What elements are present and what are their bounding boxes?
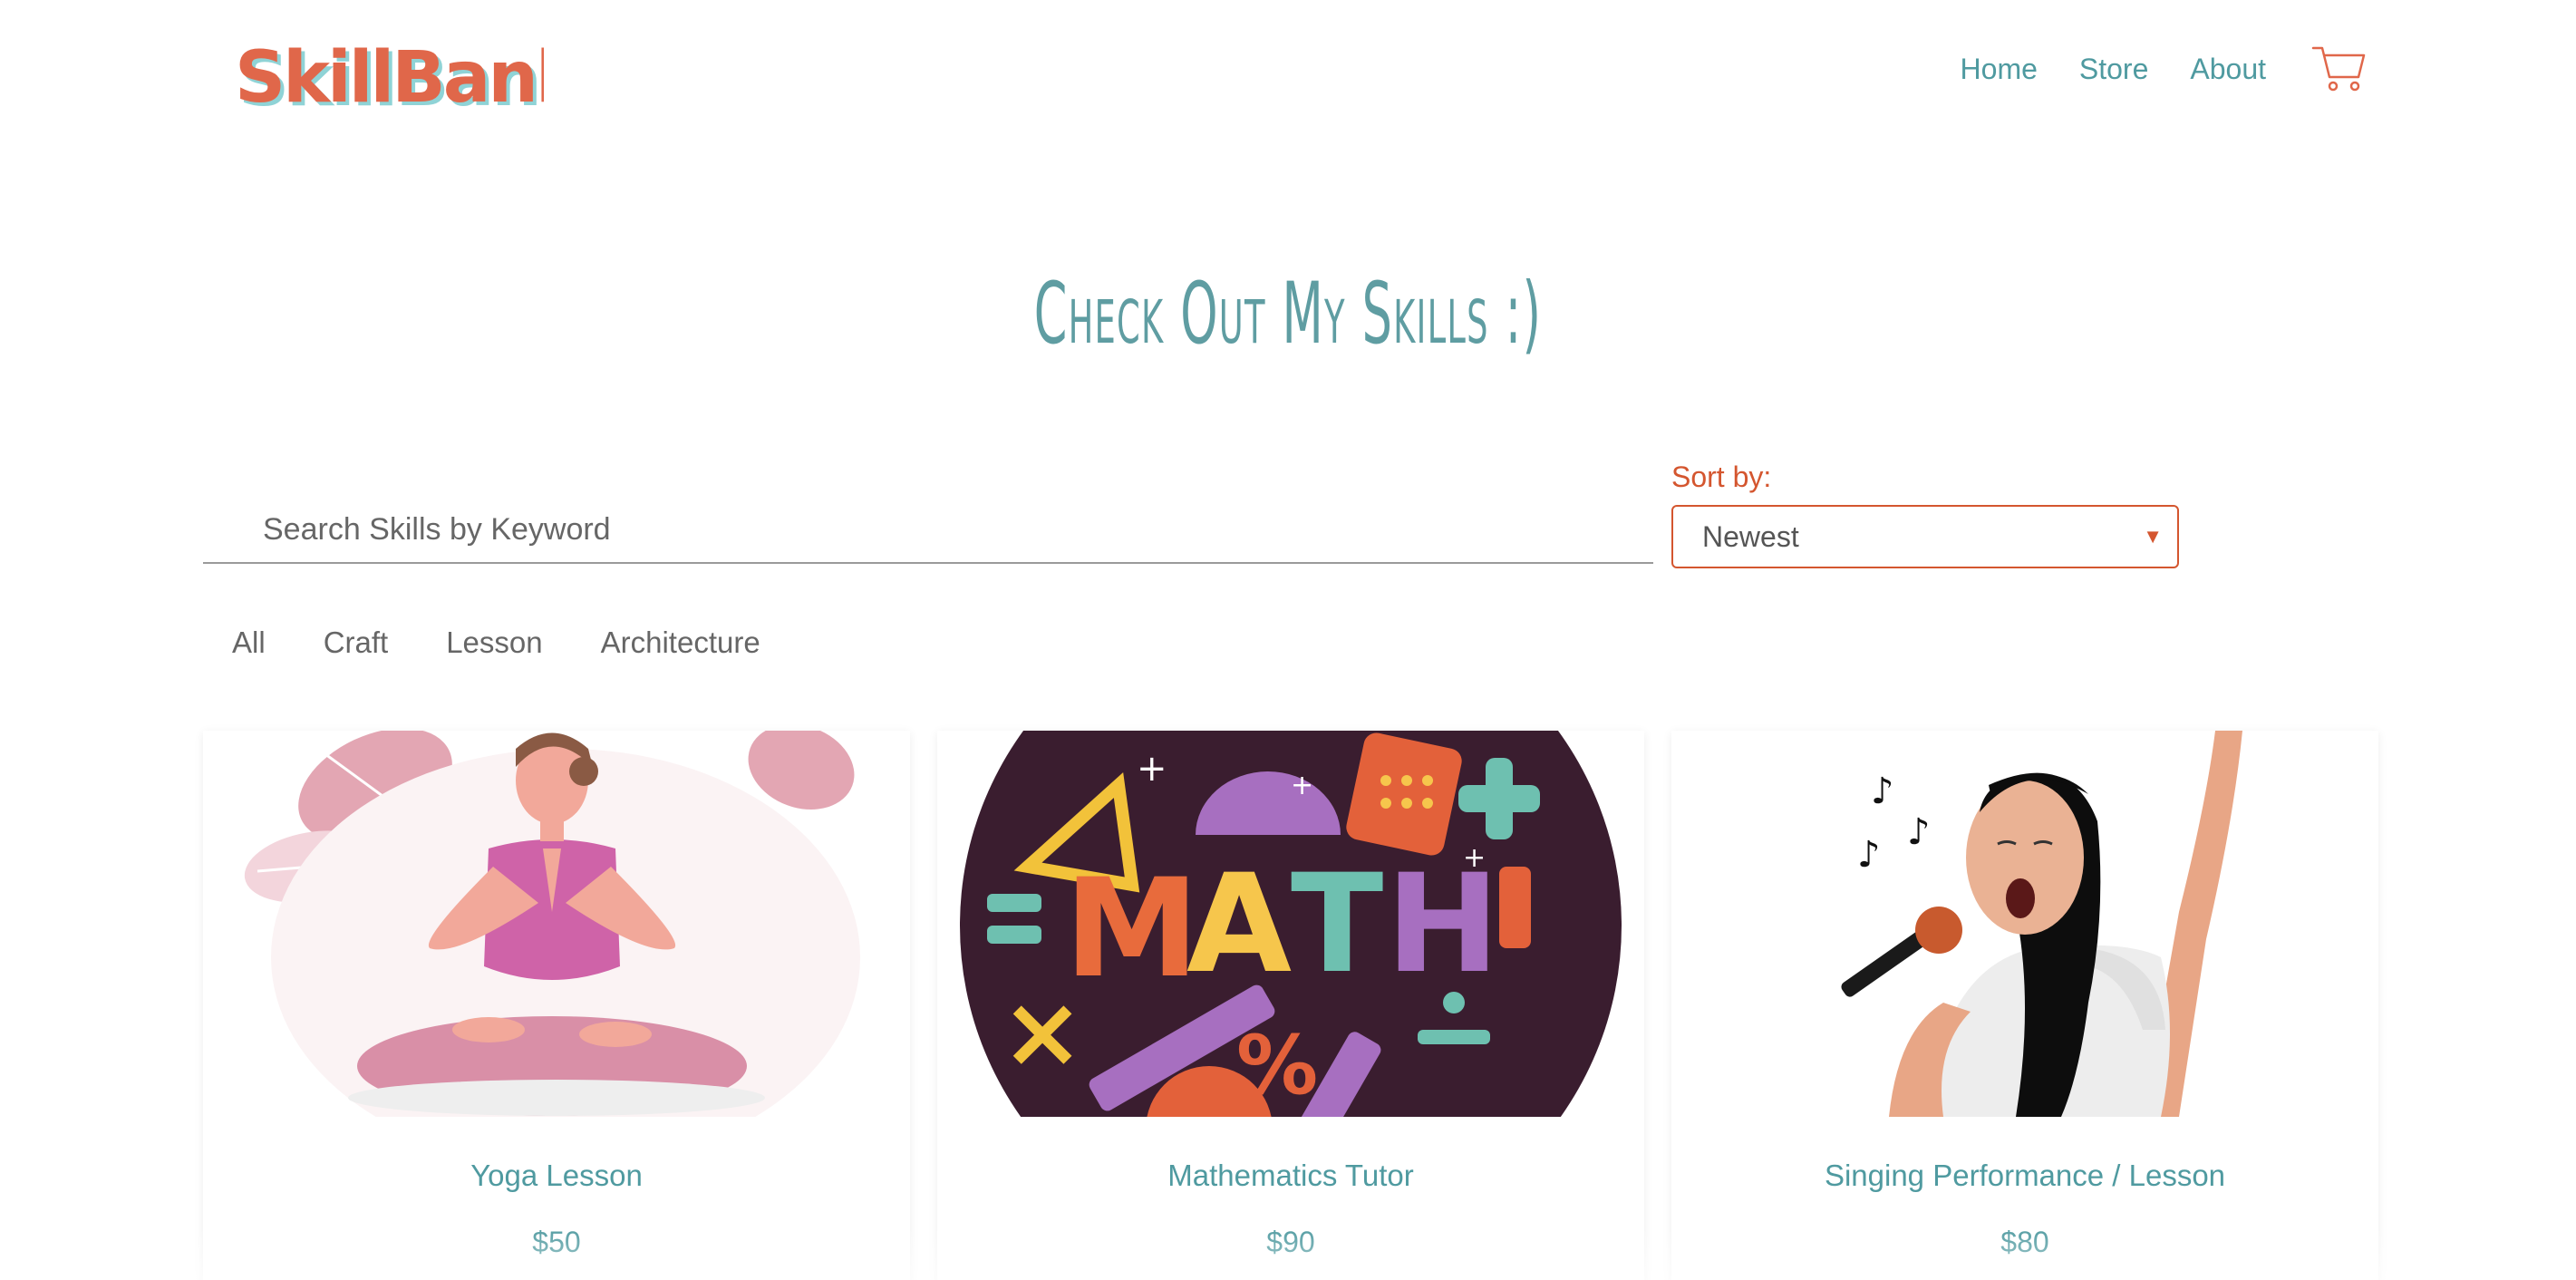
product-name[interactable]: Singing Performance / Lesson — [1671, 1159, 2378, 1193]
sort-selected-value: Newest — [1702, 519, 1799, 553]
skillbank-logo[interactable]: SkillBank SkillBank — [231, 34, 544, 121]
singer-illustration: ♪ ♪ ♪ — [1671, 731, 2378, 1117]
svg-text:A: A — [1186, 846, 1292, 1004]
main-nav: Home Store About — [1961, 41, 2368, 97]
shopping-cart-icon[interactable] — [2311, 41, 2368, 97]
sort-label: Sort by: — [1671, 461, 1772, 493]
dropdown-caret-icon: ▼ — [2143, 525, 2163, 548]
product-price: $90 — [1266, 1226, 1315, 1258]
svg-text:×: × — [1001, 974, 1084, 1090]
filter-all[interactable]: All — [232, 625, 266, 660]
nav-store-link[interactable]: Store — [2079, 53, 2148, 86]
svg-text:+: + — [1291, 770, 1313, 801]
svg-text:♪: ♪ — [1907, 811, 1931, 853]
category-filters: All Craft Lesson Architecture — [232, 625, 760, 660]
store-page: SkillBank SkillBank Home Store About Che… — [0, 0, 2576, 1280]
sort-dropdown[interactable]: Newest ▼ — [1671, 505, 2179, 568]
search-bar — [203, 497, 1653, 564]
product-price: $50 — [532, 1226, 581, 1258]
filter-lesson[interactable]: Lesson — [446, 625, 542, 660]
svg-text:♪: ♪ — [1857, 834, 1881, 876]
product-card[interactable]: Yoga Lesson $50 — [203, 731, 910, 1280]
svg-text:SkillBank: SkillBank — [235, 37, 544, 119]
product-price: $80 — [2000, 1226, 2049, 1258]
nav-home-link[interactable]: Home — [1961, 53, 2038, 86]
svg-text:T: T — [1291, 846, 1383, 1004]
filter-architecture[interactable]: Architecture — [601, 625, 760, 660]
svg-text:M: M — [1064, 850, 1199, 1008]
svg-text:+: + — [1463, 842, 1486, 874]
filter-craft[interactable]: Craft — [324, 625, 389, 660]
nav-about-link[interactable]: About — [2190, 53, 2266, 86]
product-card[interactable]: M A T H × % + + + Mathematics Tutor $90 — [937, 731, 1644, 1280]
svg-text:♪: ♪ — [1871, 771, 1894, 812]
svg-text:+: + — [1137, 748, 1167, 790]
search-input[interactable] — [203, 497, 1653, 562]
product-name[interactable]: Yoga Lesson — [203, 1159, 910, 1193]
yoga-illustration — [203, 731, 910, 1117]
product-name[interactable]: Mathematics Tutor — [937, 1159, 1644, 1193]
math-illustration: M A T H × % + + + — [937, 731, 1644, 1117]
page-title: Check Out My Skills :) — [1033, 265, 1543, 364]
product-card[interactable]: ♪ ♪ ♪ Singing Performance / Lesson $80 — [1671, 731, 2378, 1280]
